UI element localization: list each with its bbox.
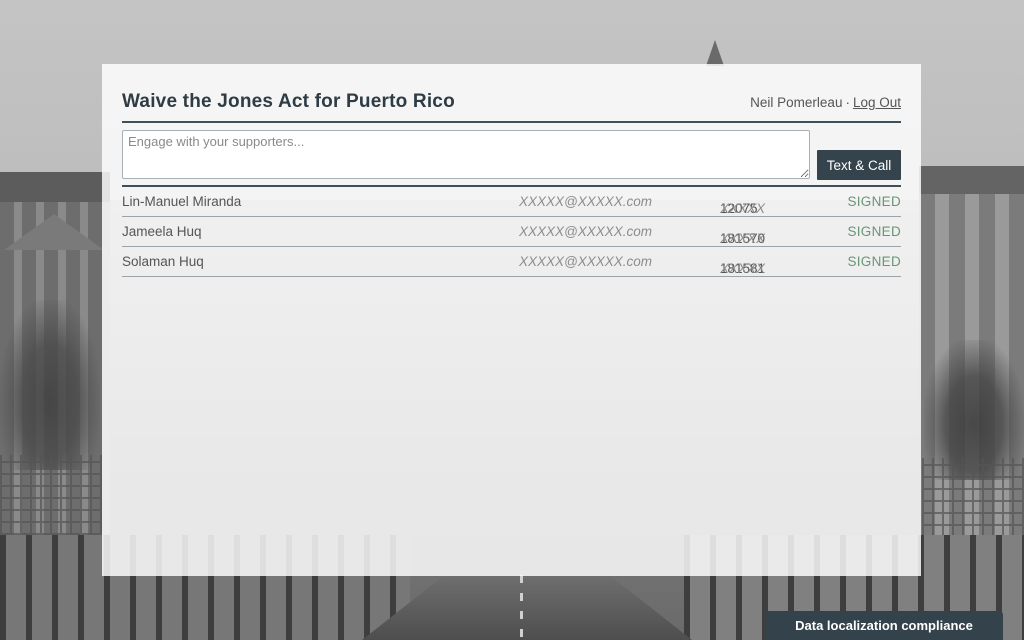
- page-title: Waive the Jones Act for Puerto Rico: [122, 91, 455, 112]
- message-input[interactable]: [122, 130, 810, 179]
- status-badge: SIGNED: [847, 224, 901, 239]
- supporter-email: XXXXX@XXXXX.com: [519, 194, 653, 209]
- phone-mask: XXXXX: [720, 261, 766, 276]
- background-pediment: [4, 214, 104, 250]
- phone-mask: XXXXX: [720, 201, 766, 216]
- user-name: Neil Pomerleau: [750, 95, 843, 110]
- background-building-left-roof: [0, 172, 110, 202]
- supporter-row[interactable]: Solaman Huq XXXXX@XXXXX.com 181581 XXXXX …: [122, 247, 901, 277]
- supporter-row[interactable]: Jameela Huq XXXXX@XXXXX.com 181570 XXXXX …: [122, 217, 901, 247]
- supporters-list: Lin-Manuel Miranda XXXXX@XXXXX.com 12075…: [122, 187, 901, 277]
- panel-header: Waive the Jones Act for Puerto Rico Neil…: [122, 64, 901, 123]
- background-fence-right: [922, 458, 1024, 538]
- user-separator: ·: [845, 95, 850, 110]
- logout-link[interactable]: Log Out: [853, 95, 901, 110]
- background-tree-left: [0, 300, 100, 470]
- background-fence-left: [0, 455, 102, 535]
- text-and-call-button[interactable]: Text & Call: [817, 150, 901, 180]
- message-composer: Text & Call: [122, 123, 901, 187]
- status-badge: SIGNED: [847, 194, 901, 209]
- background-road-line: [520, 575, 523, 640]
- supporter-row[interactable]: Lin-Manuel Miranda XXXXX@XXXXX.com 12075…: [122, 187, 901, 217]
- campaign-panel: Waive the Jones Act for Puerto Rico Neil…: [102, 64, 921, 576]
- data-localization-compliance-button[interactable]: Data localization compliance: [765, 611, 1003, 640]
- supporter-name: Lin-Manuel Miranda: [122, 194, 242, 209]
- background-building-right-roof: [919, 166, 1024, 194]
- supporter-name: Solaman Huq: [122, 254, 204, 269]
- user-area: Neil Pomerleau · Log Out: [750, 95, 901, 110]
- background-spire: [706, 40, 724, 66]
- status-badge: SIGNED: [847, 254, 901, 269]
- supporter-email: XXXXX@XXXXX.com: [519, 224, 653, 239]
- supporter-email: XXXXX@XXXXX.com: [519, 254, 653, 269]
- background-road: [362, 575, 692, 640]
- supporter-name: Jameela Huq: [122, 224, 202, 239]
- phone-mask: XXXXX: [720, 231, 766, 246]
